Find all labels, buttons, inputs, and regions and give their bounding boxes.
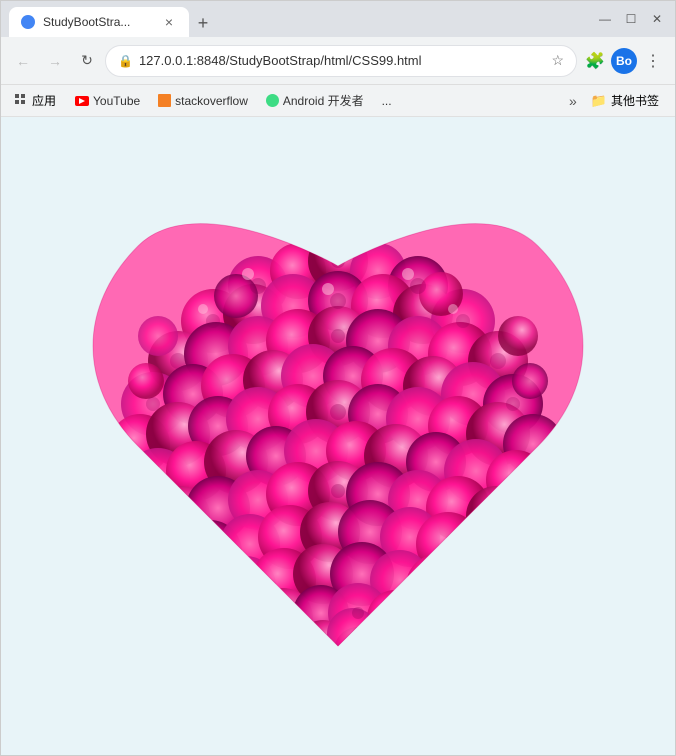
other-bookmarks-button[interactable]: 📁 其他书签 xyxy=(583,89,667,112)
stackoverflow-icon xyxy=(158,94,171,107)
tab-favicon xyxy=(21,15,35,29)
forward-button[interactable]: → xyxy=(41,47,69,75)
tab-area: StudyBootStra... × + xyxy=(9,1,591,37)
tab-title: StudyBootStra... xyxy=(43,15,130,29)
extensions-icon: 🧩 xyxy=(585,51,605,71)
window-controls: — ☐ ✕ xyxy=(595,9,667,29)
other-bookmarks-label: 其他书签 xyxy=(611,92,659,109)
title-bar: StudyBootStra... × + — ☐ ✕ xyxy=(1,1,675,37)
more-menu-button[interactable]: ⋮ xyxy=(639,47,667,75)
url-text: 127.0.0.1:8848/StudyBootStrap/html/CSS99… xyxy=(139,53,545,68)
toolbar-icons: 🧩 Bo ⋮ xyxy=(581,47,667,75)
page-content xyxy=(1,117,675,755)
back-icon: ← xyxy=(16,53,30,69)
bookmark-more-label: ... xyxy=(382,94,392,108)
forward-icon: → xyxy=(48,53,62,69)
bookmark-stackoverflow[interactable]: stackoverflow xyxy=(150,91,256,111)
bookmark-android-label: Android 开发者 xyxy=(283,92,364,109)
url-bar[interactable]: 🔒 127.0.0.1:8848/StudyBootStrap/html/CSS… xyxy=(105,45,577,77)
bookmark-youtube-label: YouTube xyxy=(93,94,140,108)
heart-image-container xyxy=(48,151,628,721)
bookmark-android[interactable]: Android 开发者 xyxy=(258,89,372,112)
apps-button[interactable]: 应用 xyxy=(9,89,61,112)
apps-label: 应用 xyxy=(32,92,56,109)
folder-icon: 📁 xyxy=(591,93,607,109)
new-tab-button[interactable]: + xyxy=(189,9,217,37)
minimize-button[interactable]: — xyxy=(595,9,615,29)
more-bookmarks-icon[interactable]: » xyxy=(569,93,577,109)
back-button[interactable]: ← xyxy=(9,47,37,75)
heart-rose-image xyxy=(58,166,618,706)
bookmark-more[interactable]: ... xyxy=(374,91,400,111)
bookmarks-bar: 应用 YouTube stackoverflow Android 开发者 ...… xyxy=(1,85,675,117)
refresh-button[interactable]: ↻ xyxy=(73,47,101,75)
more-icon: ⋮ xyxy=(645,51,661,71)
bookmark-stackoverflow-label: stackoverflow xyxy=(175,94,248,108)
close-button[interactable]: ✕ xyxy=(647,9,667,29)
browser-window: StudyBootStra... × + — ☐ ✕ ← xyxy=(0,0,676,756)
extensions-button[interactable]: 🧩 xyxy=(581,47,609,75)
active-tab[interactable]: StudyBootStra... × xyxy=(9,7,189,37)
address-bar: ← → ↻ 🔒 127.0.0.1:8848/StudyBootStrap/ht… xyxy=(1,37,675,85)
youtube-icon xyxy=(75,96,89,106)
apps-grid-icon xyxy=(14,93,30,109)
tab-close-button[interactable]: × xyxy=(161,14,177,30)
bookmark-more-section: » 📁 其他书签 xyxy=(569,89,667,112)
refresh-icon: ↻ xyxy=(81,52,93,69)
bookmark-youtube[interactable]: YouTube xyxy=(67,91,148,111)
bookmark-star-icon[interactable]: ☆ xyxy=(551,52,564,69)
lock-icon: 🔒 xyxy=(118,54,133,68)
profile-button[interactable]: Bo xyxy=(611,48,637,74)
android-icon xyxy=(266,94,279,107)
maximize-button[interactable]: ☐ xyxy=(621,9,641,29)
